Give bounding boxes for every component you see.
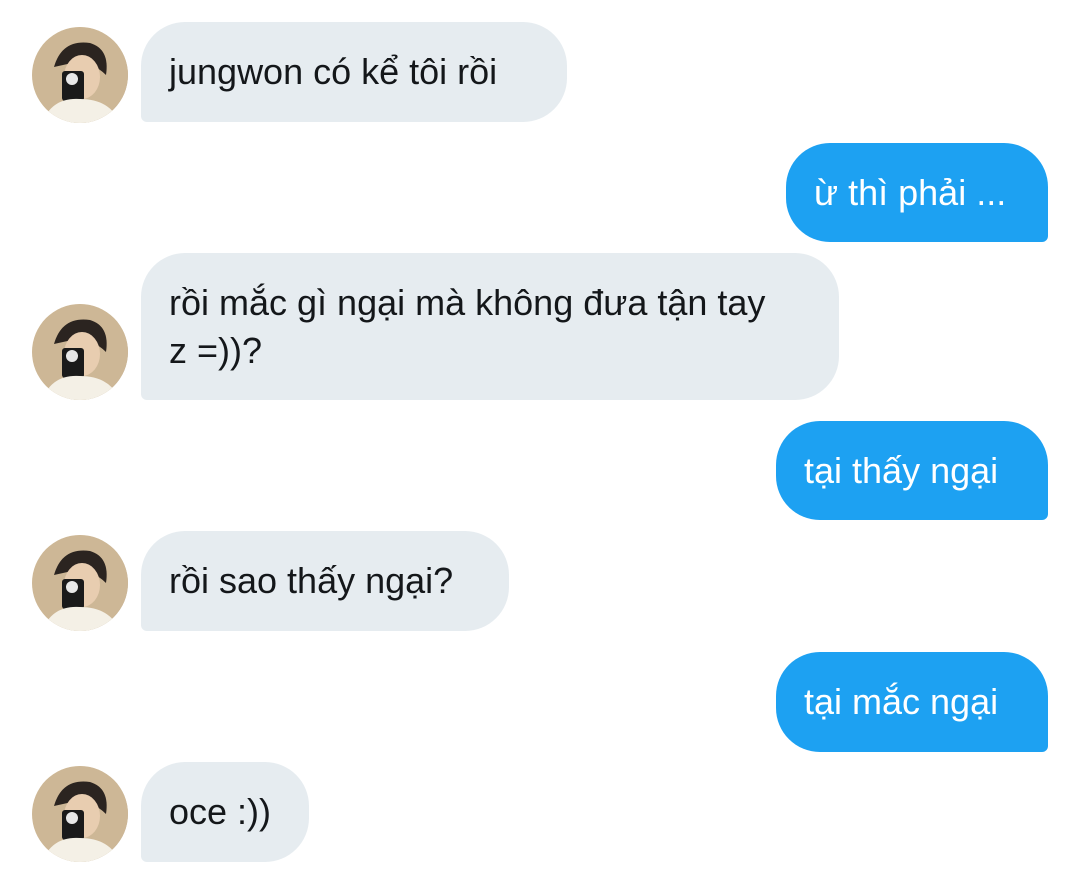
avatar-photo-icon	[32, 766, 128, 862]
avatar[interactable]	[32, 27, 128, 123]
message-text: rồi sao thấy ngại?	[169, 560, 454, 601]
avatar-photo-icon	[32, 27, 128, 123]
message-bubble-incoming[interactable]: jungwon có kể tôi rồi	[141, 22, 567, 122]
avatar[interactable]	[32, 766, 128, 862]
avatar[interactable]	[32, 535, 128, 631]
message-bubble-incoming[interactable]: rồi sao thấy ngại?	[141, 531, 509, 631]
message-text: oce :))	[169, 791, 272, 832]
message-bubble-outgoing[interactable]: tại mắc ngại	[776, 652, 1048, 752]
message-text: jungwon có kể tôi rồi	[169, 51, 498, 92]
message-bubble-outgoing[interactable]: ừ thì phải ...	[786, 143, 1048, 242]
message-bubble-incoming[interactable]: rồi mắc gì ngại mà không đưa tận tay z =…	[141, 253, 839, 400]
avatar-photo-icon	[32, 535, 128, 631]
avatar-photo-icon	[32, 304, 128, 400]
message-bubble-incoming[interactable]: oce :))	[141, 762, 309, 862]
message-text: tại thấy ngại	[804, 449, 999, 491]
message-text: ừ thì phải ...	[814, 171, 1007, 213]
message-text: rồi mắc gì ngại mà không đưa tận tay z =…	[169, 281, 766, 371]
avatar[interactable]	[32, 304, 128, 400]
message-text: tại mắc ngại	[804, 681, 999, 722]
message-bubble-outgoing[interactable]: tại thấy ngại	[776, 421, 1048, 520]
